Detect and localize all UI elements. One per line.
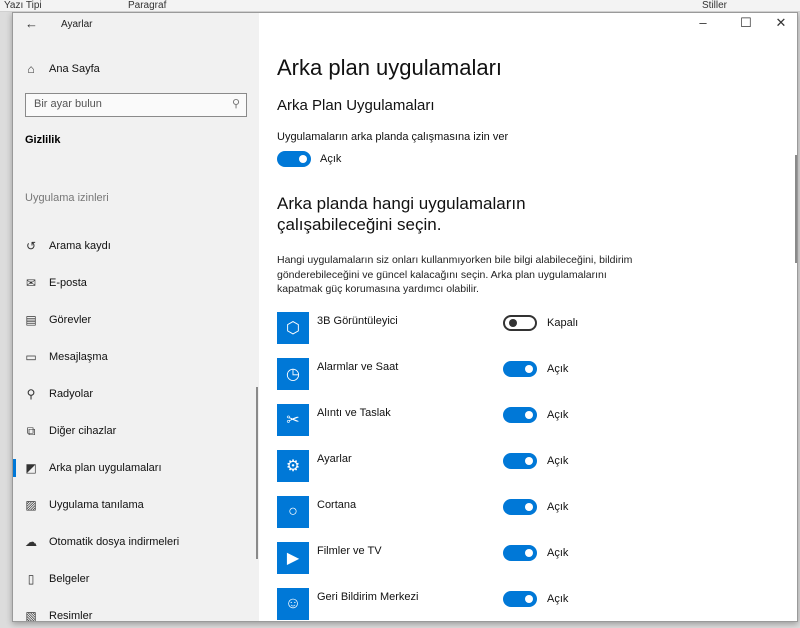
film-icon: ▶ — [277, 542, 309, 574]
cloud-icon: ☁ — [25, 535, 37, 549]
section-title: Gizlilik — [25, 134, 61, 146]
app-toggle[interactable] — [503, 361, 537, 377]
sidebar-item-2[interactable]: ▤ Görevler — [13, 305, 259, 335]
home-icon: ⌂ — [27, 62, 35, 76]
message-icon: ▭ — [25, 350, 37, 364]
cortana-icon: ○ — [277, 496, 309, 528]
sidebar-home[interactable]: ⌂ Ana Sayfa — [13, 54, 259, 84]
app-name: 3B Görüntüleyici — [317, 315, 398, 327]
minimize-button[interactable]: – — [693, 15, 713, 30]
cube-icon: ⬡ — [277, 312, 309, 344]
sidebar-item-label: Belgeler — [49, 573, 90, 585]
app-row: ▶ Filmler ve TV Açık — [277, 542, 607, 582]
back-button[interactable]: ← — [25, 16, 38, 31]
app-row: ⬡ 3B Görüntüleyici Kapalı — [277, 312, 607, 352]
app-state: Açık — [547, 363, 569, 375]
alarm-clock-icon: ◷ — [277, 358, 309, 390]
app-row: ○ Cortana Açık — [277, 496, 607, 536]
sidebar-item-6[interactable]: ◩ Arka plan uygulamaları — [13, 453, 259, 483]
search-placeholder: Bir ayar bulun — [34, 98, 102, 110]
app-state: Açık — [547, 455, 569, 467]
allow-background-toggle[interactable] — [277, 151, 311, 167]
sidebar-item-9[interactable]: ▯ Belgeler — [13, 564, 259, 594]
app-name: Alarmlar ve Saat — [317, 361, 399, 373]
sidebar-item-4[interactable]: ⚲ Radyolar — [13, 379, 259, 409]
close-button[interactable]: ✕ — [771, 15, 791, 31]
ribbon-group-font: Yazı Tipi — [4, 0, 42, 11]
app-row: ☺ Geri Bildirim Merkezi Açık — [277, 588, 607, 621]
home-label: Ana Sayfa — [49, 63, 100, 75]
allow-label: Uygulamaların arka planda çalışmasına iz… — [277, 131, 509, 143]
sidebar-item-label: Otomatik dosya indirmeleri — [49, 536, 180, 548]
description: Hangi uygulamaların siz onları kullanmıy… — [277, 254, 633, 295]
app-row: ⚙ Ayarlar Açık — [277, 450, 607, 490]
sidebar-item-label: Resimler — [49, 610, 93, 622]
sidebar-item-label: E-posta — [49, 277, 87, 289]
sidebar-item-10[interactable]: ▧ Resimler — [13, 601, 259, 622]
feedback-icon: ☺ — [277, 588, 309, 620]
window-title: Ayarlar — [61, 19, 93, 30]
background-apps-icon: ◩ — [25, 461, 37, 475]
sidebar-item-5[interactable]: ⧉ Diğer cihazlar — [13, 416, 259, 446]
ribbon-group-paragraph: Paragraf — [128, 0, 167, 11]
diagnostics-icon: ▨ — [25, 498, 37, 512]
app-toggle[interactable] — [503, 315, 537, 331]
app-name: Filmler ve TV — [317, 545, 382, 557]
sidebar-item-label: Mesajlaşma — [49, 351, 108, 363]
sidebar-item-8[interactable]: ☁ Otomatik dosya indirmeleri — [13, 527, 259, 557]
app-state: Açık — [547, 593, 569, 605]
app-state: Kapalı — [547, 317, 579, 329]
search-icon: ⚲ — [231, 98, 240, 110]
sidebar-item-label: Arka plan uygulamaları — [49, 462, 162, 474]
devices-icon: ⧉ — [26, 423, 36, 438]
app-toggle[interactable] — [503, 499, 537, 515]
maximize-button[interactable]: ☐ — [736, 15, 756, 31]
background-ribbon: Yazı Tipi Paragraf Stiller — [0, 0, 800, 12]
app-state: Açık — [547, 501, 569, 513]
group-title: Uygulama izinleri — [25, 192, 109, 204]
app-name: Cortana — [317, 499, 357, 511]
app-toggle[interactable] — [503, 545, 537, 561]
section-subtitle: Arka Plan Uygulamaları — [277, 97, 435, 114]
ribbon-group-styles: Stiller — [702, 0, 728, 11]
sidebar-item-label: Arama kaydı — [49, 240, 111, 252]
page-title: Arka plan uygulamaları — [277, 55, 503, 80]
app-row: ◷ Alarmlar ve Saat Açık — [277, 358, 607, 398]
sidebar-item-label: Diğer cihazlar — [49, 425, 117, 437]
sidebar-scrollbar[interactable] — [256, 387, 258, 559]
sidebar-item-label: Radyolar — [49, 388, 94, 400]
app-name: Alıntı ve Taslak — [317, 407, 391, 419]
app-state: Açık — [547, 409, 569, 421]
picture-icon: ▧ — [25, 609, 37, 622]
mail-icon: ✉ — [25, 276, 37, 290]
history-icon: ↺ — [25, 239, 37, 253]
clipboard-icon: ▤ — [25, 313, 37, 327]
sidebar-item-label: Görevler — [49, 314, 92, 326]
app-row: ✂ Alıntı ve Taslak Açık — [277, 404, 607, 444]
app-name: Ayarlar — [317, 453, 352, 465]
main-scrollbar[interactable] — [795, 155, 797, 263]
antenna-icon: ⚲ — [26, 387, 36, 401]
active-indicator — [13, 459, 16, 477]
app-state: Açık — [547, 547, 569, 559]
document-icon: ▯ — [27, 572, 35, 586]
sidebar-item-0[interactable]: ↺ Arama kaydı — [13, 231, 259, 261]
choose-heading: Arka planda hangi uygulamaların çalışabi… — [277, 194, 526, 234]
app-toggle[interactable] — [503, 591, 537, 607]
snip-icon: ✂ — [277, 404, 309, 436]
app-toggle[interactable] — [503, 453, 537, 469]
settings-window: ← Ayarlar ⌂ Ana Sayfa Bir ayar bulun ⚲ G… — [12, 12, 798, 622]
search-input[interactable]: Bir ayar bulun ⚲ — [25, 93, 247, 117]
allow-state: Açık — [320, 153, 342, 165]
sidebar: ← Ayarlar ⌂ Ana Sayfa Bir ayar bulun ⚲ G… — [13, 13, 259, 621]
sidebar-item-3[interactable]: ▭ Mesajlaşma — [13, 342, 259, 372]
app-name: Geri Bildirim Merkezi — [317, 591, 419, 603]
gear-icon: ⚙ — [277, 450, 309, 482]
sidebar-item-label: Uygulama tanılama — [49, 499, 144, 511]
app-toggle[interactable] — [503, 407, 537, 423]
sidebar-item-7[interactable]: ▨ Uygulama tanılama — [13, 490, 259, 520]
sidebar-item-1[interactable]: ✉ E-posta — [13, 268, 259, 298]
